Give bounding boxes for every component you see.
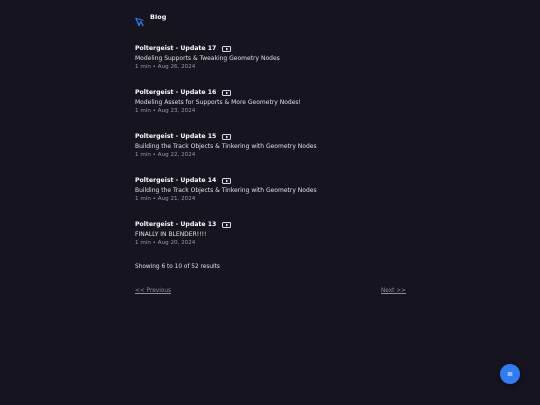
post-title-row: Poltergeist - Update 16 <box>135 88 406 97</box>
post-item[interactable]: Poltergeist - Update 13 FINALLY IN BLEND… <box>135 220 406 264</box>
post-description: Building the Track Objects & Tinkering w… <box>135 187 317 194</box>
post-title[interactable]: Poltergeist - Update 17 <box>135 45 216 52</box>
play-icon <box>222 221 232 228</box>
next-page-link[interactable]: Next >> <box>381 288 406 294</box>
post-title[interactable]: Poltergeist - Update 14 <box>135 177 216 184</box>
post-meta: 1 min • Aug 22, 2024 <box>135 152 196 158</box>
post-title[interactable]: Poltergeist - Update 13 <box>135 221 216 228</box>
play-icon <box>222 45 232 52</box>
post-meta: 1 min • Aug 21, 2024 <box>135 196 196 202</box>
post-description: Building the Track Objects & Tinkering w… <box>135 143 317 150</box>
post-title-row: Poltergeist - Update 15 <box>135 132 406 141</box>
post-item[interactable]: Poltergeist - Update 15 Building the Tra… <box>135 132 406 176</box>
post-title-row: Poltergeist - Update 14 <box>135 176 406 185</box>
post-meta: 1 min • Aug 26, 2024 <box>135 64 196 70</box>
pagination: << Previous Next >> <box>135 288 406 296</box>
post-description: Modeling Supports & Tweaking Geometry No… <box>135 55 280 62</box>
post-item[interactable]: Poltergeist - Update 16 Modeling Assets … <box>135 88 406 132</box>
post-title-row: Poltergeist - Update 17 <box>135 44 406 53</box>
brand-title[interactable]: Blog <box>150 13 166 21</box>
post-meta: 1 min • Aug 23, 2024 <box>135 108 196 114</box>
floating-menu-button[interactable] <box>500 364 520 384</box>
post-title[interactable]: Poltergeist - Update 16 <box>135 89 216 96</box>
post-title[interactable]: Poltergeist - Update 15 <box>135 133 216 140</box>
play-icon <box>222 133 232 140</box>
logo-icon[interactable] <box>135 12 144 27</box>
post-list: Poltergeist - Update 17 Modeling Support… <box>135 44 406 264</box>
play-icon <box>222 177 232 184</box>
post-meta: 1 min • Aug 20, 2024 <box>135 240 196 246</box>
post-item[interactable]: Poltergeist - Update 17 Modeling Support… <box>135 44 406 88</box>
post-description: FINALLY IN BLENDER!!!! <box>135 231 207 238</box>
results-summary: Showing 6 to 10 of 52 results <box>135 264 220 270</box>
post-description: Modeling Assets for Supports & More Geom… <box>135 99 301 106</box>
previous-page-link[interactable]: << Previous <box>135 288 171 294</box>
post-item[interactable]: Poltergeist - Update 14 Building the Tra… <box>135 176 406 220</box>
play-icon <box>222 89 232 96</box>
menu-icon <box>507 372 513 376</box>
blog-header: Blog <box>135 12 166 27</box>
post-title-row: Poltergeist - Update 13 <box>135 220 406 229</box>
